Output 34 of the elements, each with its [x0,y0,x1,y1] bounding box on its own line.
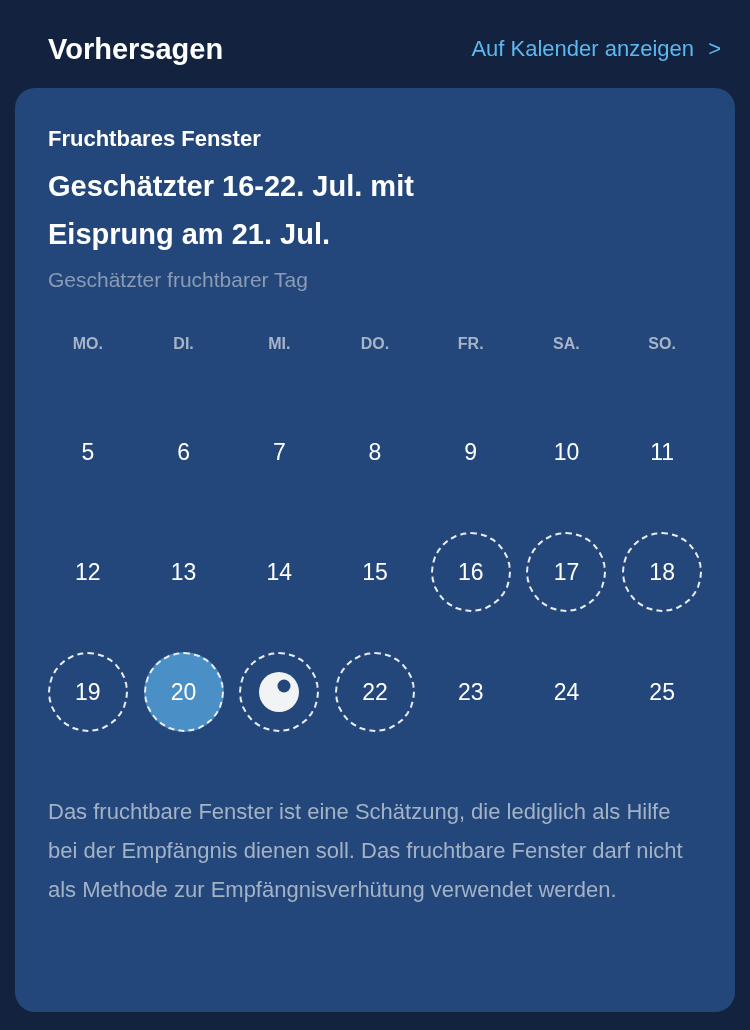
section-title: Vorhersagen [48,32,224,66]
weekday-label: DI. [173,335,194,353]
calendar-day[interactable]: 18 [622,532,703,612]
calendar-day[interactable]: 16 [430,532,511,612]
weekday-label: SO. [648,335,676,353]
calendar-day[interactable]: 23 [430,652,511,732]
weekday-label: SA. [553,335,580,353]
calendar-day[interactable]: 9 [430,412,511,492]
calendar-day[interactable]: 15 [335,532,415,612]
calendar-day[interactable]: 25 [622,652,703,732]
calendar-day[interactable]: 8 [335,412,415,492]
legend-text: Geschätzter fruchtbarer Tag [47,268,309,292]
weekday-label: MO. [72,335,103,353]
calendar-day[interactable]: 19 [47,652,128,732]
calendar-day[interactable]: 17 [526,532,607,612]
calendar-day[interactable]: 13 [143,532,224,612]
ovulation-icon [259,672,300,712]
weekday-label: MI. [268,335,291,353]
weekday-label: DO. [360,335,390,353]
calendar-link[interactable]: Auf Kalender anzeigen > [471,36,721,62]
calendar-day[interactable]: 7 [239,412,320,492]
headline: Geschätzter 16-22. Jul. mit Eisprung am 21. Jul. [47,169,415,252]
calendar-day[interactable]: 14 [239,532,320,612]
weekday-label: FR. [457,335,484,353]
calendar-day[interactable]: 5 [47,412,128,492]
calendar-day[interactable]: 12 [47,532,128,612]
calendar-day[interactable]: 10 [526,412,607,492]
disclaimer-text: Das fruchtbare Fenster ist eine Schätzung, die lediglich als Hilfe bei der Empfängnis dienen soll. Das fruchtbare Fenster darf nicht als Methode zur Empfängnisverhütung verwendet werden. [48,798,684,904]
card-title: Fruchtbares Fenster [47,126,262,152]
calendar-day[interactable]: 11 [622,412,703,492]
calendar-day[interactable]: 22 [335,652,415,732]
calendar-day[interactable]: 6 [143,412,224,492]
calendar-day[interactable]: 24 [526,652,607,732]
calendar-day[interactable] [239,652,320,732]
